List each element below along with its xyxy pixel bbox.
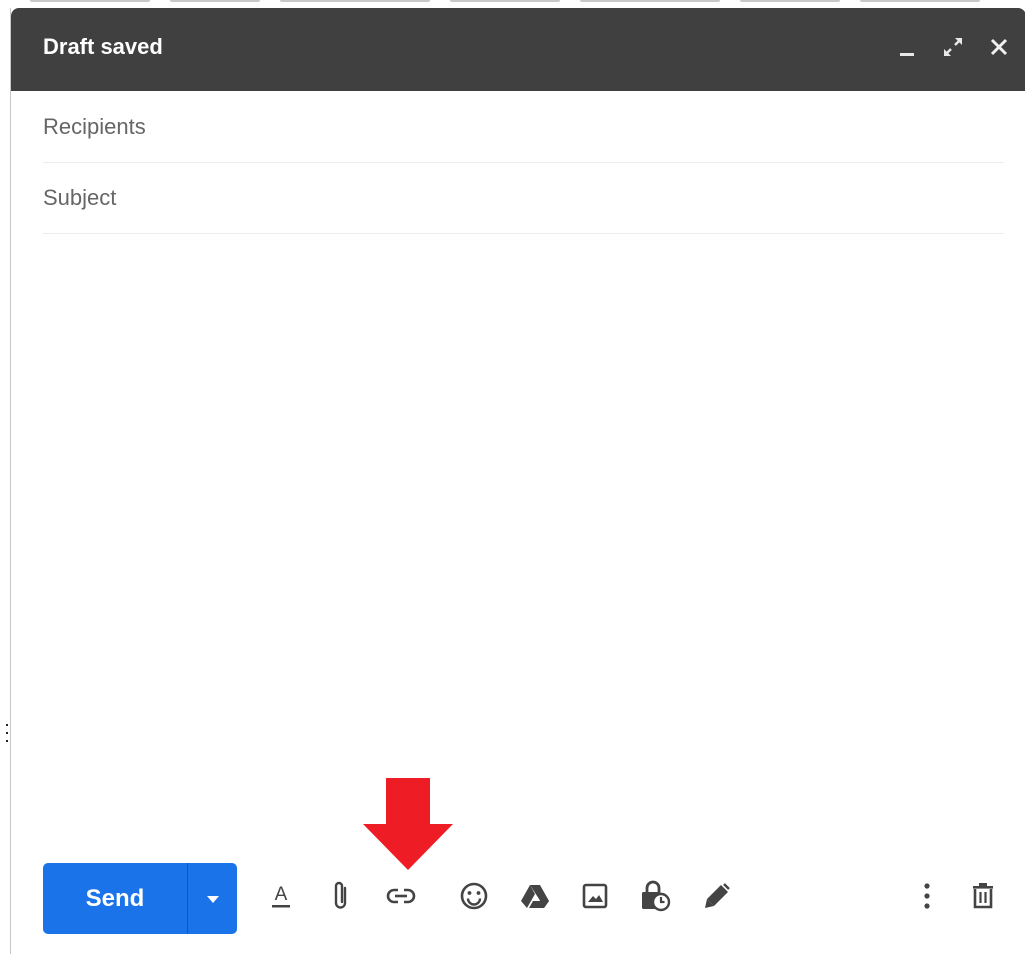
compose-titlebar[interactable]: Draft saved (11, 8, 1025, 91)
send-options-button[interactable] (188, 863, 237, 934)
recipients-field[interactable]: Recipients (43, 92, 1004, 163)
confidential-mode-button[interactable] (637, 876, 673, 916)
edge-dots (6, 722, 9, 744)
minimize-icon (900, 53, 914, 56)
svg-text:A: A (275, 884, 288, 905)
attach-files-icon (334, 881, 347, 909)
fullscreen-button[interactable] (940, 32, 966, 62)
discard-draft-icon (973, 883, 993, 909)
send-button-group: Send (43, 863, 237, 934)
confidential-mode-icon (642, 880, 671, 912)
insert-link-button[interactable] (383, 876, 419, 916)
insert-signature-button[interactable] (699, 876, 735, 916)
compose-title: Draft saved (43, 34, 163, 59)
close-icon (990, 38, 1008, 56)
window-controls (894, 32, 1012, 62)
insert-link-icon (386, 888, 416, 904)
insert-drive-button[interactable] (517, 876, 553, 916)
red-arrow-annotation (363, 778, 453, 870)
insert-drive-icon (521, 885, 549, 908)
close-button[interactable] (986, 32, 1012, 62)
page: Draft saved Recipients Subject Send A (0, 0, 1025, 954)
compose-window: Draft saved Recipients Subject Send A (10, 8, 1025, 954)
message-body[interactable] (43, 235, 1004, 835)
insert-photo-icon (582, 883, 608, 909)
attach-files-button[interactable] (323, 876, 359, 916)
formatting-options-button[interactable]: A (263, 876, 299, 916)
minimize-button[interactable] (894, 32, 920, 62)
discard-draft-button[interactable] (965, 876, 1001, 916)
insert-emoji-button[interactable] (456, 876, 492, 916)
subject-field[interactable]: Subject (43, 163, 1004, 234)
caret-down-icon (206, 895, 219, 903)
more-options-icon (924, 883, 930, 909)
insert-emoji-icon (460, 882, 488, 910)
insert-photo-button[interactable] (577, 876, 613, 916)
more-options-button[interactable] (909, 876, 945, 916)
insert-signature-icon (705, 883, 730, 908)
expand-icon (944, 38, 962, 56)
recipients-placeholder: Recipients (43, 114, 146, 139)
send-button[interactable]: Send (43, 863, 187, 934)
formatting-options-icon: A (272, 884, 290, 908)
subject-placeholder: Subject (43, 185, 117, 210)
